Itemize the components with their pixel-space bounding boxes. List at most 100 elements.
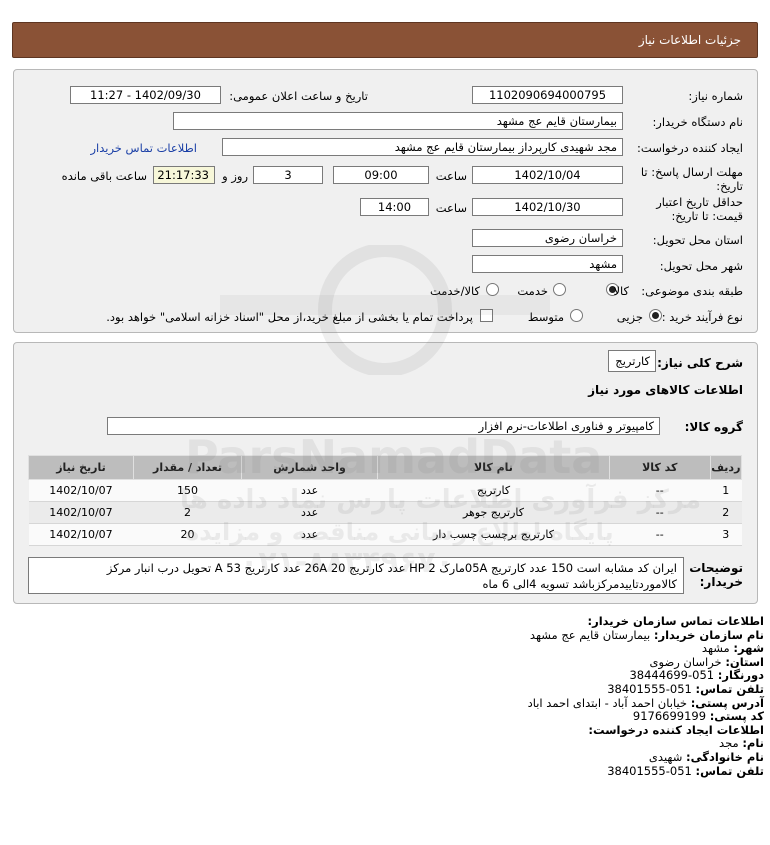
col-date: تاریخ نیاز — [28, 455, 134, 480]
days-field: 3 — [253, 166, 323, 184]
need-number-field: 1102090694000795 — [472, 86, 623, 104]
col-qty: تعداد / مقدار — [132, 455, 243, 480]
contact-province: خراسان رضوی — [649, 654, 722, 669]
contact-org-label: نام سازمان خریدار: — [653, 627, 764, 642]
buyer-org-field: بیمارستان قایم عج مشهد — [173, 112, 623, 130]
category-option-goods: کالا — [613, 284, 629, 298]
cell-date: 1402/10/07 — [28, 479, 134, 502]
announce-field: 1402/09/30 - 11:27 — [70, 86, 221, 104]
creator-family: شهیدی — [648, 749, 683, 764]
validity-date-field: 1402/10/30 — [472, 198, 623, 216]
process-option-medium: متوسط — [527, 310, 564, 324]
goods-group-label: گروه کالا: — [684, 420, 743, 434]
creator-name: مجد — [719, 736, 739, 751]
cell-code: -- — [609, 523, 711, 546]
deadline-time-label: ساعت — [435, 169, 467, 183]
process-radio-medium[interactable] — [570, 309, 583, 322]
creator-phone-label: تلفن تماس: — [695, 763, 764, 778]
category-radio-goods-service[interactable] — [486, 283, 499, 296]
buyer-desc-line-1: ایران کد مشابه است 150 عدد کارتریج 05Aما… — [106, 561, 677, 575]
buyer-contact-info: اطلاعات تماس سازمان خریدار: نام سازمان خ… — [4, 614, 764, 778]
category-option-service: خدمت — [517, 284, 548, 298]
creator-phone: 051-38401555 — [607, 763, 692, 778]
contact-org: بیمارستان قایم عج مشهد — [529, 627, 651, 642]
creator-field: مجد شهیدی کارپرداز بیمارستان قایم عج مشه… — [222, 138, 623, 156]
table-row: 3 -- کارتریج برچسب چسب دار عدد 20 1402/1… — [28, 523, 742, 546]
contact-city-label: شهر: — [733, 641, 764, 656]
need-number-label: شماره نیاز: — [688, 89, 743, 103]
creator-family-label: نام خانوادگی: — [686, 749, 764, 764]
buyer-contact-link[interactable]: اطلاعات تماس خریدار — [90, 141, 197, 155]
deadline-time-field: 09:00 — [333, 166, 429, 184]
creator-name-label: نام: — [742, 736, 764, 751]
cell-name: کارتریج برچسب چسب دار — [377, 523, 610, 546]
contact-fax-label: دورنگار: — [717, 668, 764, 683]
contact-city: مشهد — [701, 641, 730, 656]
table-row: 1 -- کارتریج عدد 150 1402/10/07 — [28, 479, 742, 502]
col-name: نام کالا — [377, 455, 610, 480]
contact-postal-label: کد پستی: — [709, 709, 764, 724]
cell-name: کارتریج — [377, 479, 610, 502]
category-radio-service[interactable] — [553, 283, 566, 296]
cell-date: 1402/10/07 — [28, 501, 134, 524]
contact-phone: 051-38401555 — [607, 681, 692, 696]
city-label: شهر محل تحویل: — [659, 259, 743, 273]
process-label: نوع فرآیند خرید : — [661, 310, 743, 324]
process-radio-minor[interactable] — [649, 309, 662, 322]
announce-label: تاریخ و ساعت اعلان عمومی: — [229, 89, 368, 103]
city-field: مشهد — [472, 255, 623, 273]
process-option-minor: جزیی — [616, 310, 643, 324]
cell-qty: 2 — [133, 501, 242, 524]
validity-label: حداقل تاریخ اعتبار — [656, 195, 743, 209]
creator-info-title: اطلاعات ایجاد کننده درخواست: — [588, 722, 764, 737]
goods-table: ردیف کد کالا نام کالا واحد شمارش تعداد /… — [28, 455, 743, 546]
buyer-org-label: نام دستگاه خریدار: — [652, 115, 743, 129]
contact-address-label: آدرس پستی: — [690, 695, 764, 710]
summary-label: شرح کلی نیاز: — [657, 356, 743, 370]
buyer-description: ایران کد مشابه است 150 عدد کارتریج 05Aما… — [28, 557, 684, 594]
table-header-row: ردیف کد کالا نام کالا واحد شمارش تعداد /… — [28, 455, 743, 480]
days-label: روز و — [222, 169, 248, 183]
deadline-date-field: 1402/10/04 — [472, 166, 623, 184]
contact-postal: 9176699199 — [632, 709, 707, 724]
contact-phone-label: تلفن تماس: — [695, 681, 764, 696]
category-option-goods-service: کالا/خدمت — [429, 284, 480, 298]
deadline-label: مهلت ارسال پاسخ: تا — [640, 165, 743, 179]
goods-group-field: کامپیوتر و فناوری اطلاعات-نرم افزار — [107, 417, 660, 435]
summary-field: کارتریج — [608, 350, 656, 372]
cell-row: 2 — [710, 501, 742, 524]
page-header: جزئیات اطلاعات نیاز — [12, 22, 758, 58]
cell-name: کارتریج جوهر — [377, 501, 610, 524]
cell-code: -- — [609, 479, 711, 502]
col-unit: واحد شمارش — [241, 455, 379, 480]
cell-code: -- — [609, 501, 711, 524]
contact-title: اطلاعات تماس سازمان خریدار: — [587, 614, 764, 628]
col-row: ردیف — [709, 455, 743, 480]
cell-date: 1402/10/07 — [28, 523, 134, 546]
table-row: 2 -- کارتریج جوهر عدد 2 1402/10/07 — [28, 501, 742, 524]
buyer-desc-label-2: خریدار: — [699, 575, 743, 589]
cell-unit: عدد — [241, 479, 378, 502]
deadline-label-2: تاریخ: — [716, 179, 743, 193]
remaining-time-field: 21:17:33 — [153, 166, 215, 184]
goods-info-title: اطلاعات کالاهای مورد نیاز — [588, 383, 743, 397]
buyer-desc-line-2: کالاموردتاییدمرکزباشد تسویه 4الی 6 ماه — [482, 577, 677, 591]
cell-qty: 150 — [133, 479, 242, 502]
category-label: طبقه بندی موضوعی: — [641, 284, 743, 298]
remaining-label: ساعت باقی مانده — [61, 169, 147, 183]
cell-row: 1 — [710, 479, 742, 502]
treasury-payment-checkbox[interactable] — [480, 309, 493, 322]
cell-row: 3 — [710, 523, 742, 546]
province-field: خراسان رضوی — [472, 229, 623, 247]
contact-province-label: استان: — [725, 654, 764, 669]
page-title: جزئیات اطلاعات نیاز — [638, 33, 741, 47]
validity-time-label: ساعت — [435, 201, 467, 215]
validity-time-field: 14:00 — [360, 198, 429, 216]
validity-label-2: قیمت: تا تاریخ: — [671, 209, 743, 223]
cell-unit: عدد — [241, 523, 378, 546]
province-label: استان محل تحویل: — [652, 233, 743, 247]
treasury-payment-note: پرداخت تمام یا بخشی از مبلغ خرید،از محل … — [106, 310, 473, 324]
buyer-desc-label: توضیحات — [689, 561, 743, 575]
creator-label: ایجاد کننده درخواست: — [637, 141, 743, 155]
col-code: کد کالا — [608, 455, 711, 480]
